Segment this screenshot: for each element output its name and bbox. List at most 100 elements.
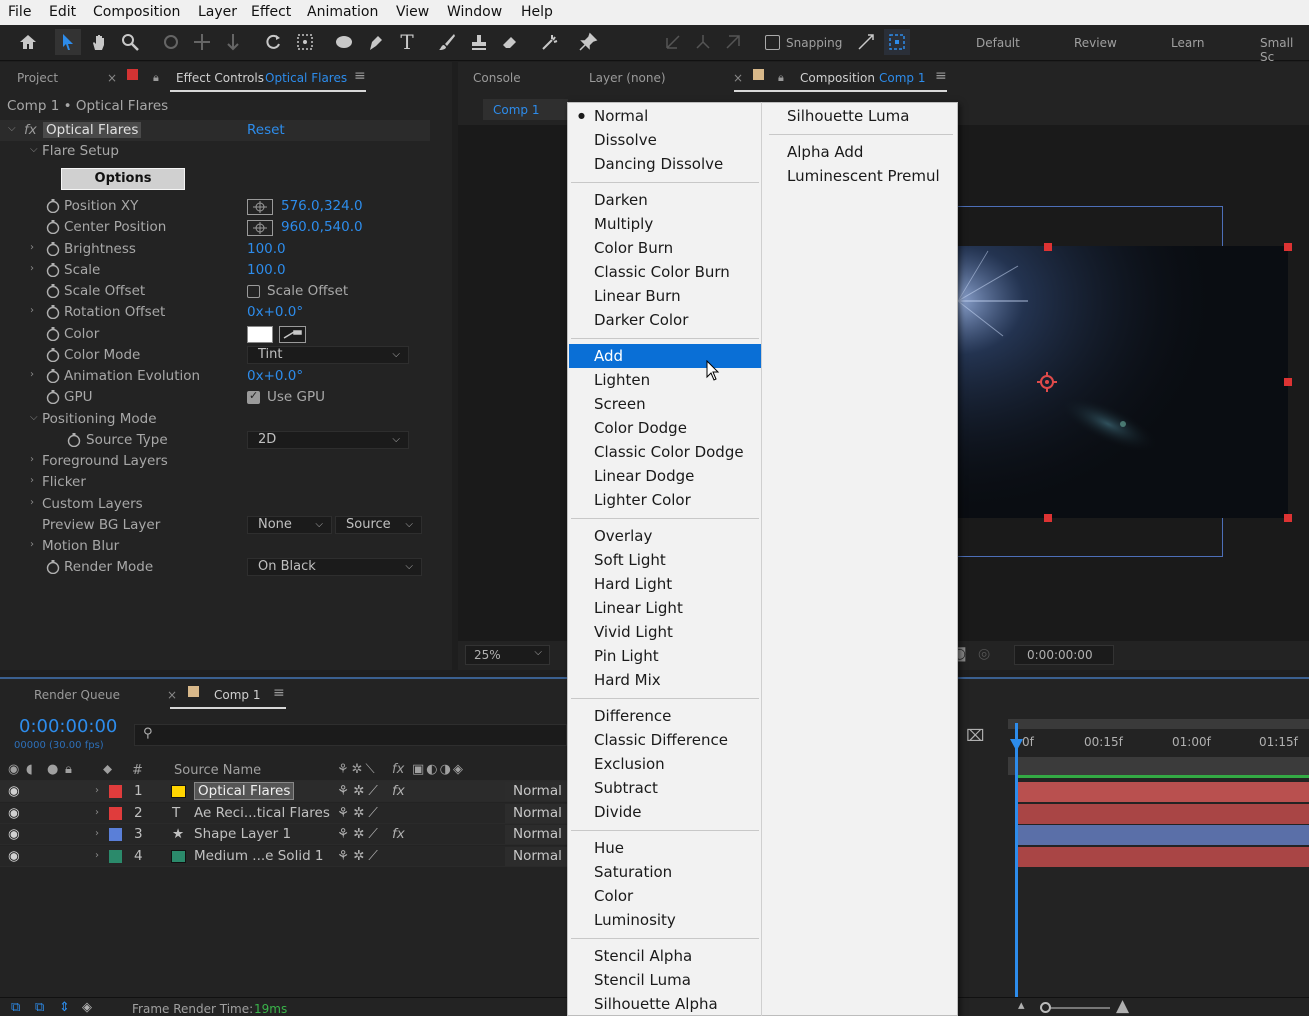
home-icon[interactable] <box>15 29 41 55</box>
close-icon[interactable]: × <box>107 71 117 85</box>
blend-mode-item[interactable]: Dissolve <box>569 128 761 152</box>
layer-name[interactable]: Optical Flares <box>194 782 295 800</box>
snap-features-icon[interactable] <box>884 29 910 55</box>
menu-edit[interactable]: Edit <box>49 4 76 20</box>
stopwatch-icon[interactable] <box>46 220 60 234</box>
blend-mode-item[interactable]: Darken <box>569 188 761 212</box>
close-icon[interactable]: × <box>733 71 743 85</box>
stopwatch-icon[interactable] <box>46 199 60 213</box>
dolly-tool-icon[interactable] <box>220 29 246 55</box>
chevron-down-icon[interactable]: ⌵ <box>8 123 16 134</box>
lock-icon[interactable]: 🔒︎ <box>153 71 159 85</box>
layer-name[interactable]: Ae Reci...tical Flares <box>194 805 330 821</box>
chevron-right-icon[interactable]: › <box>30 369 34 380</box>
tab-render-queue[interactable]: Render Queue <box>34 688 120 702</box>
blend-mode-item[interactable]: Overlay <box>569 524 761 548</box>
chevron-right-icon[interactable]: › <box>95 828 99 839</box>
blend-mode-item[interactable]: Color Dodge <box>569 416 761 440</box>
comp-chip[interactable]: Comp 1 <box>483 99 568 120</box>
solo-icon[interactable]: ● <box>47 762 58 777</box>
zoom-in-icon[interactable]: ▲ <box>1116 996 1129 1016</box>
blend-mode-item[interactable]: Silhouette Alpha <box>569 992 761 1016</box>
work-area-bar[interactable] <box>1008 719 1309 729</box>
clone-stamp-tool-icon[interactable] <box>466 29 492 55</box>
snap-edges-icon[interactable] <box>853 29 879 55</box>
layer-row[interactable]: ◉ › 2 T Ae Reci...tical Flares ⚘✲⟋ Norma… <box>0 802 567 824</box>
transform-handle[interactable] <box>1284 243 1292 251</box>
eraser-tool-icon[interactable] <box>497 29 523 55</box>
axis-local-icon[interactable] <box>660 29 686 55</box>
blend-mode-item[interactable]: Pin Light <box>569 644 761 668</box>
layer-switches-icon[interactable]: ⚘✲⟋ <box>337 783 382 799</box>
blend-mode-item[interactable]: Luminosity <box>569 908 761 932</box>
layer-duration-bar[interactable] <box>1018 825 1309 845</box>
crosshair-icon[interactable] <box>247 199 273 215</box>
prop-value[interactable]: 0x+0.0° <box>247 304 303 320</box>
chevron-right-icon[interactable]: › <box>30 242 34 253</box>
blend-mode-item[interactable]: Difference <box>569 704 761 728</box>
stopwatch-icon[interactable] <box>67 433 81 447</box>
layer-mode-dropdown[interactable]: Normal <box>505 846 567 866</box>
blend-mode-item[interactable]: Color Burn <box>569 236 761 260</box>
stopwatch-icon[interactable] <box>46 390 60 404</box>
stopwatch-icon[interactable] <box>46 369 60 383</box>
layer-name[interactable]: Shape Layer 1 <box>194 826 291 842</box>
pan-behind-tool-icon[interactable] <box>292 29 318 55</box>
blend-mode-item[interactable]: Hard Mix <box>569 668 761 692</box>
tab-project[interactable]: Project <box>17 71 58 85</box>
toggle-switches-icon[interactable]: ⧉ <box>11 1000 20 1015</box>
tab-console[interactable]: Console <box>473 71 521 85</box>
menu-layer[interactable]: Layer <box>198 4 237 20</box>
timeline-timecode[interactable]: 0:00:00:00 <box>19 716 117 737</box>
blend-mode-item[interactable]: Stencil Alpha <box>569 944 761 968</box>
blend-mode-item[interactable]: Classic Color Burn <box>569 260 761 284</box>
tab-layer[interactable]: Layer (none) <box>589 71 666 85</box>
stopwatch-icon[interactable] <box>46 560 60 574</box>
menu-view[interactable]: View <box>396 4 429 20</box>
orbit-tool-icon[interactable] <box>158 29 184 55</box>
eye-icon[interactable]: ◉ <box>8 762 19 777</box>
flare-position-handle[interactable] <box>1037 372 1057 392</box>
layer-row[interactable]: ◉ › 1 Optical Flares ⚘✲⟋ fx Normal <box>0 781 567 802</box>
render-time-toggle-icon[interactable]: ◈ <box>82 1000 92 1015</box>
playhead[interactable] <box>1015 723 1018 1016</box>
layer-mode-dropdown[interactable]: Normal <box>505 825 567 844</box>
chevron-right-icon[interactable]: › <box>95 807 99 818</box>
selection-tool-icon[interactable] <box>55 29 81 55</box>
zoom-dropdown[interactable]: 25% ⌵ <box>465 645 550 665</box>
scale-offset-checkbox[interactable] <box>247 285 260 298</box>
lock-icon[interactable]: 🔒︎ <box>778 71 784 85</box>
layer-mode-dropdown[interactable]: Normal <box>505 782 567 801</box>
blend-mode-item[interactable]: Lighter Color <box>569 488 761 512</box>
color-mode-dropdown[interactable]: Tint ⌵ <box>247 346 409 364</box>
blend-mode-item[interactable]: Normal ● <box>569 104 761 128</box>
chevron-down-icon[interactable]: ⌵ <box>30 412 38 423</box>
axis-world-icon[interactable] <box>690 29 716 55</box>
blend-mode-item[interactable]: Soft Light <box>569 548 761 572</box>
chevron-right-icon[interactable]: › <box>95 785 99 796</box>
stopwatch-icon[interactable] <box>46 348 60 362</box>
menu-effect[interactable]: Effect <box>251 4 291 20</box>
blend-mode-item[interactable]: Linear Dodge <box>569 464 761 488</box>
eye-icon[interactable]: ◉ <box>8 848 20 864</box>
flicker-group[interactable]: › Flicker <box>0 472 430 493</box>
label-color-icon[interactable] <box>109 849 122 863</box>
workspace-small-screen[interactable]: Small Sc <box>1260 36 1309 64</box>
layer-name[interactable]: Medium ...e Solid 1 <box>194 848 324 864</box>
text-tool-icon[interactable]: T <box>394 29 420 55</box>
tab-composition[interactable]: Composition <box>800 71 875 85</box>
crosshair-icon[interactable] <box>247 220 273 236</box>
blend-mode-item[interactable]: Luminescent Premul <box>767 164 955 188</box>
puppet-pin-tool-icon[interactable] <box>575 29 601 55</box>
close-icon[interactable]: × <box>167 688 177 702</box>
workspace-learn[interactable]: Learn <box>1171 36 1205 50</box>
blend-mode-item[interactable]: Dancing Dissolve <box>569 152 761 176</box>
preview-bg-source-dropdown[interactable]: Source ⌵ <box>335 516 422 534</box>
blend-mode-item[interactable]: Color <box>569 884 761 908</box>
layer-switches-icon[interactable]: ⚘✲⟋ <box>337 805 382 821</box>
effect-name[interactable]: Optical Flares <box>43 122 142 138</box>
foreground-layers-group[interactable]: › Foreground Layers <box>0 451 430 472</box>
blend-mode-item[interactable]: Stencil Luma <box>569 968 761 992</box>
transform-handle[interactable] <box>1044 514 1052 522</box>
blend-mode-item[interactable]: Subtract <box>569 776 761 800</box>
